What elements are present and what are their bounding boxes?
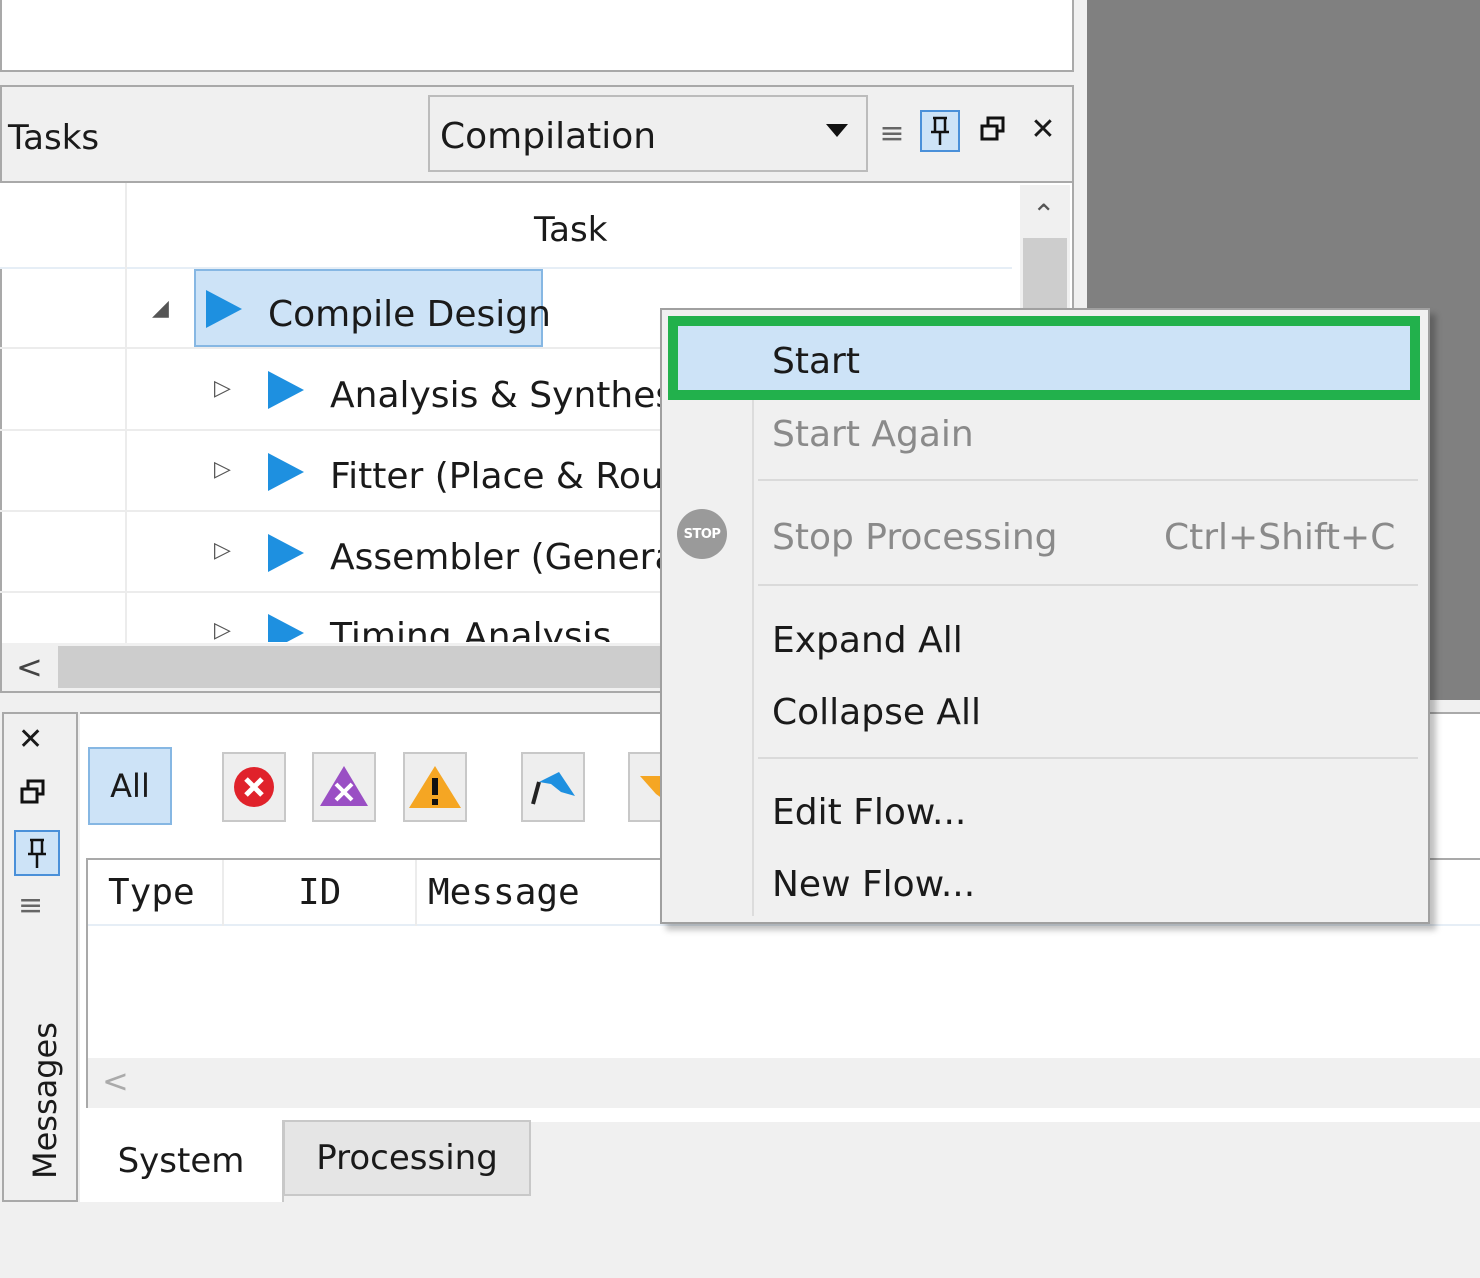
play-icon — [268, 534, 304, 572]
error-filter-button[interactable] — [222, 752, 286, 822]
menu-separator — [758, 479, 1418, 481]
error-icon — [234, 767, 274, 807]
task-analysis-synthesis[interactable]: Analysis & Synthesi — [330, 375, 660, 416]
flow-select-value[interactable]: Compilation — [440, 116, 656, 157]
scroll-left-icon[interactable]: < — [102, 1062, 129, 1100]
tab-system[interactable]: System — [80, 1120, 284, 1202]
menu-item-new-flow[interactable]: New Flow... — [772, 864, 975, 905]
expand-arrow-icon[interactable]: ▷ — [214, 618, 231, 642]
column-id[interactable]: ID — [298, 872, 341, 913]
stop-icon: STOP — [677, 509, 727, 559]
scroll-up-icon[interactable]: ⌃ — [1032, 198, 1055, 231]
tasks-panel-title: Tasks — [8, 118, 100, 158]
menu-item-expand-all[interactable]: Expand All — [772, 620, 963, 661]
column-type[interactable]: Type — [108, 872, 195, 913]
menu-separator — [758, 584, 1418, 586]
warning-filter-button[interactable] — [403, 752, 467, 822]
scrollbar-thumb[interactable] — [58, 646, 668, 688]
task-row-clip: ▷ Timing Analysis — [0, 600, 660, 642]
tab-processing[interactable]: Processing — [283, 1120, 531, 1196]
pin-icon[interactable] — [14, 830, 60, 876]
critical-warning-icon — [320, 766, 368, 806]
menu-item-start-again[interactable]: Start Again — [772, 414, 974, 455]
panel-menu-icon[interactable]: ≡ — [872, 112, 912, 154]
expand-arrow-icon[interactable]: ▷ — [214, 376, 231, 401]
menu-icon-gutter — [752, 322, 754, 916]
scrollbar-thumb[interactable] — [1023, 238, 1067, 318]
play-icon — [268, 371, 304, 409]
pin-icon[interactable] — [920, 110, 960, 152]
play-icon — [206, 290, 242, 328]
column-separator — [415, 860, 417, 926]
task-assembler[interactable]: Assembler (Generat — [330, 537, 660, 578]
float-window-icon[interactable] — [973, 108, 1013, 150]
scroll-left-icon[interactable]: < — [16, 648, 43, 686]
float-window-icon[interactable] — [20, 778, 46, 813]
filter-all-button[interactable]: All — [88, 747, 172, 825]
close-icon[interactable]: ✕ — [18, 722, 43, 757]
messages-panel-title: Messages — [26, 1022, 64, 1179]
menu-item-stop-shortcut: Ctrl+Shift+C — [1164, 517, 1396, 558]
task-column-label: Task — [534, 210, 608, 250]
column-separator — [125, 183, 127, 643]
task-timing-analysis[interactable]: Timing Analysis — [330, 616, 611, 642]
menu-item-collapse-all[interactable]: Collapse All — [772, 692, 981, 733]
menu-separator — [758, 757, 1418, 759]
task-column-header — [0, 183, 1012, 269]
menu-item-stop-processing[interactable]: Stop Processing — [772, 517, 1058, 558]
suppressed-filter-button[interactable] — [521, 752, 585, 822]
task-fitter[interactable]: Fitter (Place & Route — [330, 456, 660, 497]
messages-horizontal-scrollbar[interactable] — [88, 1058, 1480, 1108]
menu-item-start[interactable]: Start — [772, 341, 860, 382]
critical-warning-filter-button[interactable] — [312, 752, 376, 822]
collapse-arrow-icon[interactable]: ◢ — [152, 296, 169, 321]
column-message[interactable]: Message — [428, 872, 580, 913]
top-empty-pane — [0, 0, 1074, 72]
warning-icon — [409, 766, 461, 808]
menu-item-edit-flow[interactable]: Edit Flow... — [772, 792, 966, 833]
flag-icon — [531, 772, 575, 805]
task-compile-design[interactable]: Compile Design — [268, 294, 551, 335]
close-icon[interactable]: ✕ — [1023, 108, 1063, 150]
column-separator — [222, 860, 224, 926]
play-icon — [268, 614, 304, 642]
play-icon — [268, 453, 304, 491]
expand-arrow-icon[interactable]: ▷ — [214, 538, 231, 563]
status-strip — [0, 1202, 1480, 1278]
expand-arrow-icon[interactable]: ▷ — [214, 457, 231, 482]
panel-menu-icon[interactable]: ≡ — [18, 888, 43, 923]
dropdown-arrow-icon[interactable] — [826, 124, 848, 137]
